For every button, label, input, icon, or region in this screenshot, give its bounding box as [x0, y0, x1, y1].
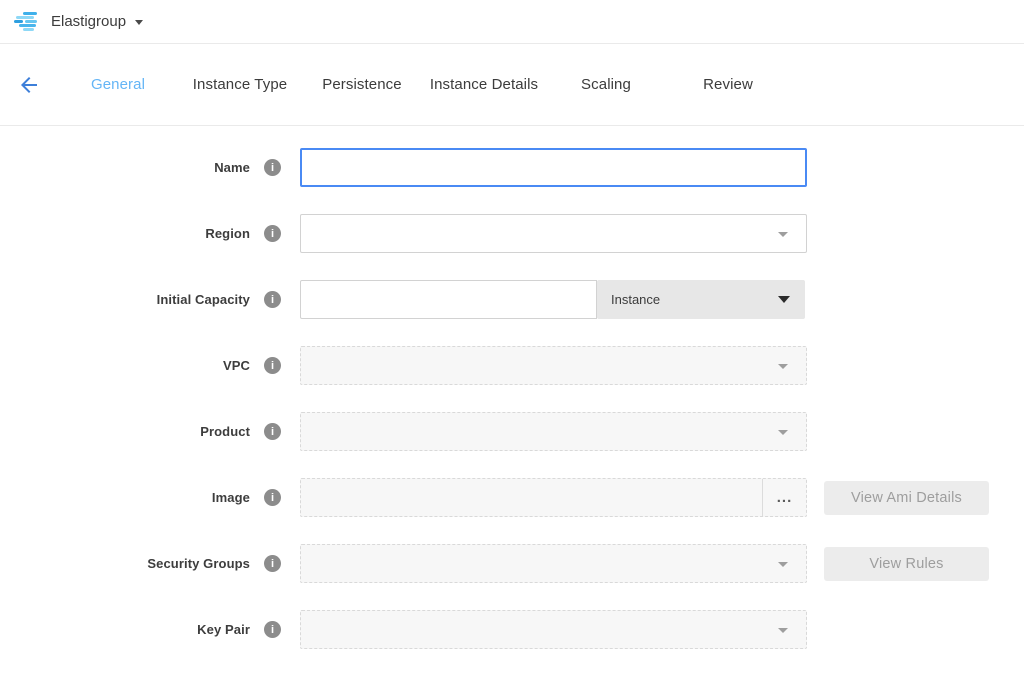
top-bar: Elastigroup: [0, 0, 1024, 44]
vpc-field-row: VPC i: [0, 346, 1024, 385]
tab-persistence[interactable]: Persistence: [301, 76, 423, 93]
product-select: [300, 412, 807, 451]
vpc-select: [300, 346, 807, 385]
initial-capacity-field-row: Initial Capacity i Instance: [0, 280, 1024, 319]
product-label: Product: [0, 424, 250, 439]
name-input[interactable]: [300, 148, 807, 187]
chevron-down-icon: [778, 430, 788, 435]
image-label: Image: [0, 490, 250, 505]
key-pair-field-row: Key Pair i: [0, 610, 1024, 649]
name-info-icon[interactable]: i: [264, 159, 281, 176]
key-pair-select: [300, 610, 807, 649]
back-arrow-icon: [17, 73, 41, 97]
chevron-down-icon: [778, 628, 788, 633]
tab-instance-type[interactable]: Instance Type: [179, 76, 301, 93]
product-field-row: Product i: [0, 412, 1024, 451]
security-groups-info-icon[interactable]: i: [264, 555, 281, 572]
app-switcher-caret-icon[interactable]: [135, 20, 143, 25]
tab-instance-details[interactable]: Instance Details: [423, 76, 545, 93]
app-title: Elastigroup: [51, 13, 126, 30]
view-rules-button[interactable]: View Rules: [824, 547, 989, 581]
chevron-down-icon: [778, 296, 790, 303]
general-settings-form: Name i Region i Initial Capacity i Insta…: [0, 126, 1024, 649]
key-pair-info-icon[interactable]: i: [264, 621, 281, 638]
image-input: ...: [300, 478, 807, 517]
product-info-icon[interactable]: i: [264, 423, 281, 440]
region-field-row: Region i: [0, 214, 1024, 253]
tab-scaling[interactable]: Scaling: [545, 76, 667, 93]
initial-capacity-label: Initial Capacity: [0, 292, 250, 307]
vpc-info-icon[interactable]: i: [264, 357, 281, 374]
wizard-tab-bar: General Instance Type Persistence Instan…: [0, 44, 1024, 126]
image-input-value: [301, 479, 762, 516]
chevron-down-icon: [778, 232, 788, 237]
tab-general[interactable]: General: [57, 76, 179, 93]
back-button[interactable]: [0, 73, 57, 97]
name-field-row: Name i: [0, 148, 1024, 187]
region-label: Region: [0, 226, 250, 241]
capacity-unit-value: Instance: [611, 292, 660, 307]
elastigroup-logo-icon: [14, 11, 40, 33]
image-field-row: Image i ... View Ami Details: [0, 478, 1024, 517]
image-info-icon[interactable]: i: [264, 489, 281, 506]
key-pair-label: Key Pair: [0, 622, 250, 637]
initial-capacity-info-icon[interactable]: i: [264, 291, 281, 308]
tab-review[interactable]: Review: [667, 76, 789, 93]
initial-capacity-input[interactable]: [300, 280, 597, 319]
region-select[interactable]: [300, 214, 807, 253]
view-ami-details-button[interactable]: View Ami Details: [824, 481, 989, 515]
region-info-icon[interactable]: i: [264, 225, 281, 242]
security-groups-field-row: Security Groups i View Rules: [0, 544, 1024, 583]
chevron-down-icon: [778, 562, 788, 567]
chevron-down-icon: [778, 364, 788, 369]
capacity-unit-select[interactable]: Instance: [597, 280, 805, 319]
security-groups-select: [300, 544, 807, 583]
name-label: Name: [0, 160, 250, 175]
vpc-label: VPC: [0, 358, 250, 373]
security-groups-label: Security Groups: [0, 556, 250, 571]
image-browse-button[interactable]: ...: [762, 479, 806, 516]
